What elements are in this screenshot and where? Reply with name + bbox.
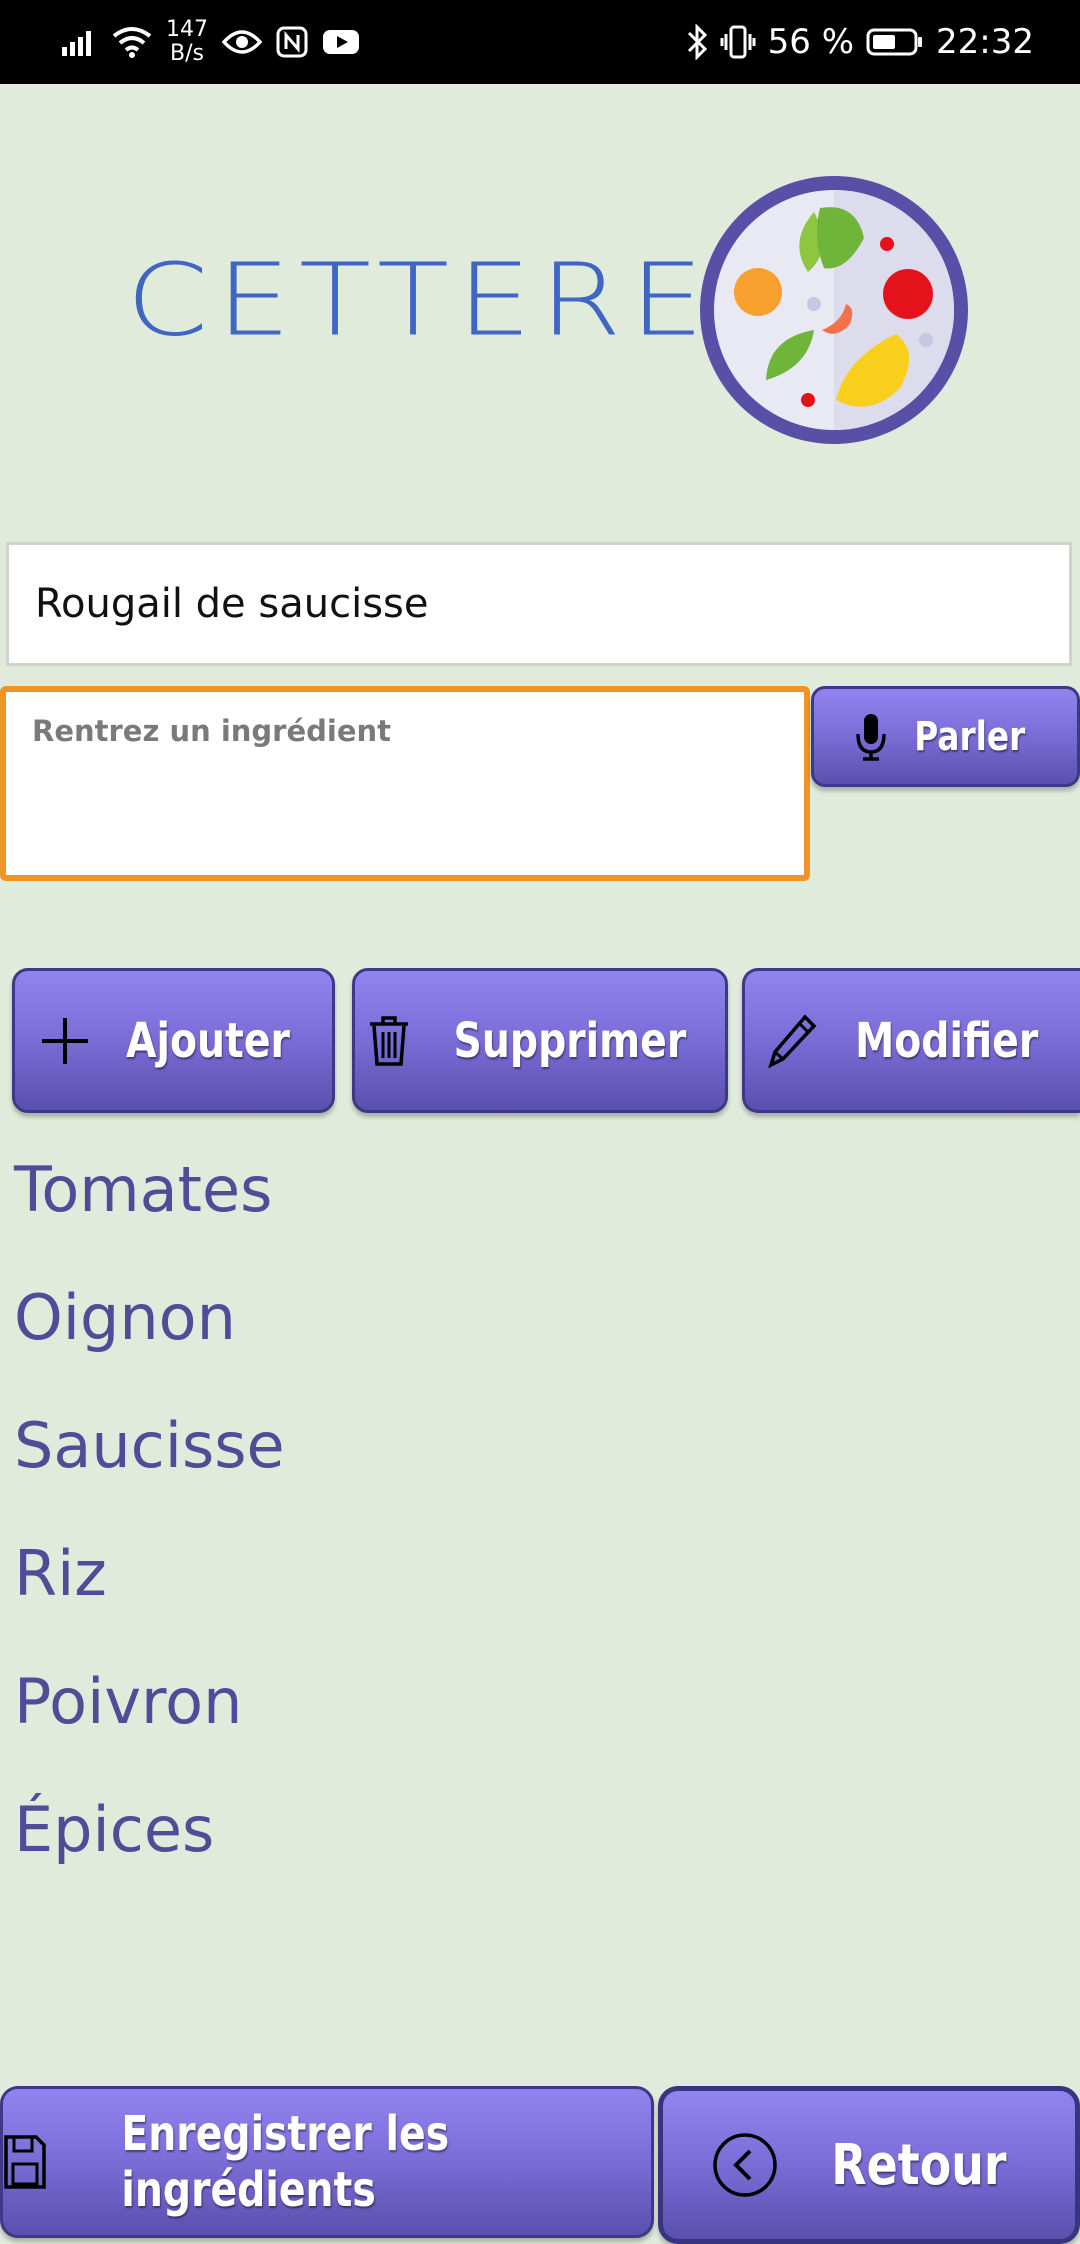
- add-button-label: Ajouter: [125, 1012, 290, 1069]
- floppy-disk-icon: [4, 2135, 46, 2189]
- nfc-icon: [276, 26, 308, 58]
- ingredient-list: Tomates Oignon Saucisse Riz Poivron Épic…: [14, 1140, 285, 1908]
- network-speed-unit: B/s: [170, 41, 204, 66]
- speak-button[interactable]: Parler: [811, 686, 1080, 787]
- list-item[interactable]: Épices: [14, 1780, 285, 1908]
- food-plate-icon: [700, 176, 968, 444]
- add-button[interactable]: Ajouter: [12, 968, 335, 1113]
- signal-icon: [62, 31, 91, 56]
- ingredient-input[interactable]: Rentrez un ingrédient: [0, 686, 810, 881]
- eye-icon: [222, 30, 262, 54]
- back-button-label: Retour: [831, 2132, 1007, 2198]
- save-ingredients-button[interactable]: Enregistrer les ingrédients: [0, 2086, 654, 2238]
- edit-button[interactable]: Modifier: [742, 968, 1080, 1113]
- list-item[interactable]: Poivron: [14, 1652, 285, 1780]
- delete-button[interactable]: Supprimer: [352, 968, 728, 1113]
- delete-button-label: Supprimer: [453, 1012, 687, 1069]
- list-item[interactable]: Tomates: [14, 1140, 285, 1268]
- save-ingredients-label: Enregistrer les ingrédients: [121, 2106, 450, 2218]
- status-bar: 147 B/s 56 % 22:32: [0, 0, 1080, 84]
- list-item[interactable]: Oignon: [14, 1268, 285, 1396]
- battery-icon: [866, 28, 923, 56]
- microphone-icon: [855, 713, 886, 761]
- ingredient-placeholder: Rentrez un ingrédient: [32, 714, 392, 748]
- battery-percent: 56 %: [767, 22, 855, 62]
- pencil-icon: [767, 1013, 817, 1068]
- network-speed: 147 B/s: [166, 18, 208, 66]
- clock: 22:32: [936, 22, 1034, 62]
- status-icons-right: 56 % 22:32: [686, 0, 1034, 84]
- plus-icon: [41, 1017, 88, 1064]
- vibrate-icon: [720, 25, 756, 59]
- bluetooth-icon: [687, 24, 707, 60]
- network-speed-value: 147: [166, 17, 208, 42]
- speak-button-label: Parler: [913, 713, 1026, 760]
- list-item[interactable]: Riz: [14, 1524, 285, 1652]
- recipe-name-field[interactable]: Rougail de saucisse: [6, 542, 1072, 666]
- status-icons-left: 147 B/s: [60, 0, 360, 84]
- back-arrow-icon: [713, 2133, 777, 2197]
- recipe-name-value: Rougail de saucisse: [35, 581, 429, 627]
- wifi-icon: [112, 27, 152, 58]
- app-logo-text: CETTERE: [126, 240, 713, 359]
- list-item[interactable]: Saucisse: [14, 1396, 285, 1524]
- back-button[interactable]: Retour: [658, 2086, 1080, 2244]
- edit-button-label: Modifier: [854, 1012, 1039, 1069]
- trash-icon: [370, 1015, 409, 1066]
- youtube-icon: [323, 30, 359, 54]
